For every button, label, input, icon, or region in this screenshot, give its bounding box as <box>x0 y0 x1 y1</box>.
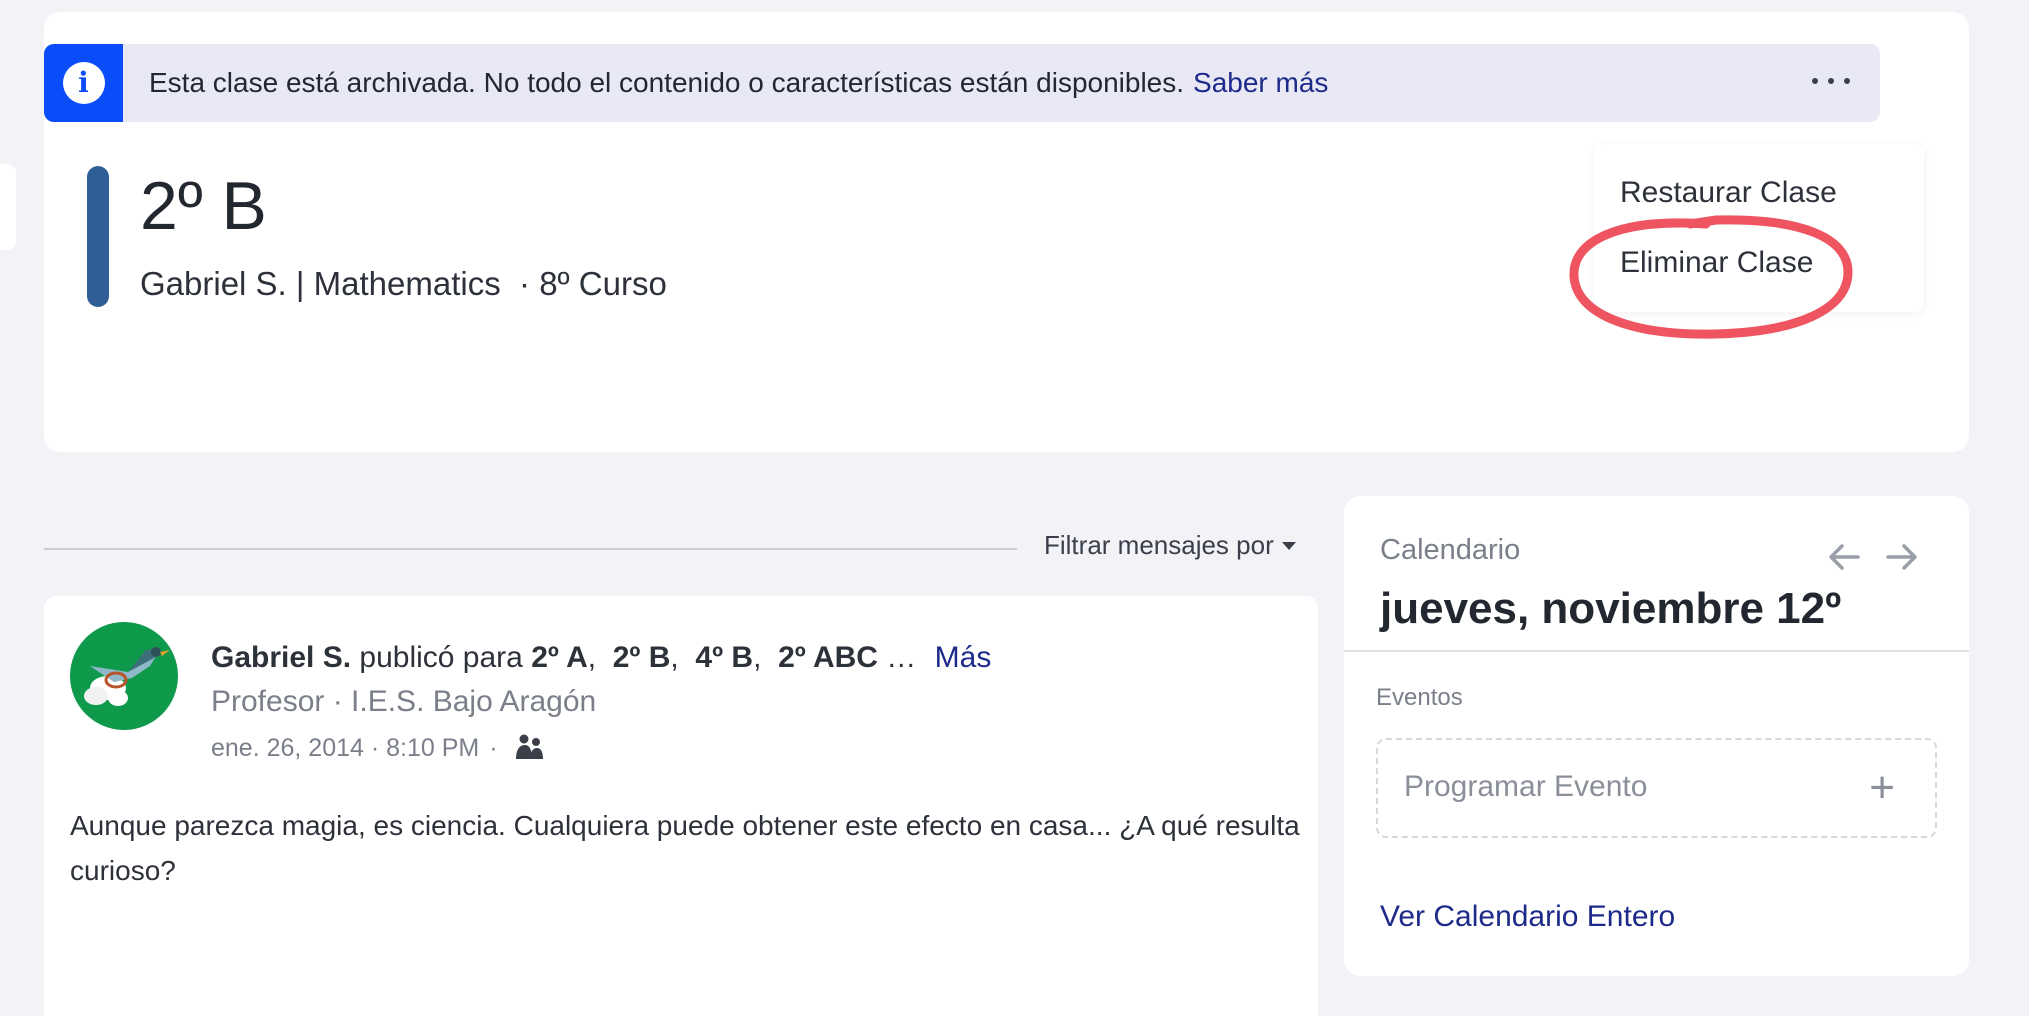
learn-more-link[interactable]: Saber más <box>1193 67 1328 99</box>
post-meta: ene. 26, 2014 · 8:10 PM · <box>211 730 544 766</box>
class-color-bar <box>87 166 109 307</box>
schedule-event-button[interactable]: Programar Evento + <box>1376 738 1937 838</box>
post-action: publicó para <box>359 641 523 674</box>
group-share-icon <box>515 734 543 759</box>
filter-label: Filtrar mensajes por <box>1044 530 1274 560</box>
banner-text: Esta clase está archivada. No todo el co… <box>149 44 1328 122</box>
banner-icon-box: i <box>44 44 123 122</box>
avatar[interactable] <box>70 622 178 730</box>
post-header: Gabriel S. publicó para 2º A, 2º B, 4º B… <box>211 641 992 674</box>
recipient-link[interactable]: 2º A <box>531 641 588 674</box>
view-full-calendar-link[interactable]: Ver Calendario Entero <box>1380 900 1675 934</box>
archived-banner: i Esta clase está archivada. No todo el … <box>44 44 1880 122</box>
class-subtitle: Gabriel S. | Mathematics · 8º Curso <box>140 265 667 302</box>
recipient-link[interactable]: 4º B <box>695 641 753 674</box>
more-recipients-link[interactable]: Más <box>935 641 992 674</box>
ellipsis-icon[interactable] <box>1812 70 1850 92</box>
calendar-divider <box>1344 650 1969 652</box>
recipients-ellipsis: … <box>886 641 917 674</box>
feed-divider <box>44 548 1017 550</box>
post-body: Aunque parezca magia, es ciencia. Cualqu… <box>70 810 1300 886</box>
caret-down-icon <box>1281 541 1296 550</box>
meta-separator: · <box>489 734 498 762</box>
recipient-link[interactable]: 2º ABC <box>778 641 878 674</box>
schedule-event-label: Programar Evento <box>1404 770 1648 803</box>
class-title: 2º B <box>140 168 267 244</box>
restore-class-menu-item[interactable]: Restaurar Clase <box>1620 176 1837 210</box>
bird-logo-icon <box>84 647 170 706</box>
post-author[interactable]: Gabriel S. <box>211 641 351 674</box>
recipient-link[interactable]: 2º B <box>613 641 671 674</box>
class-options-menu: Restaurar Clase Eliminar Clase <box>1594 144 1924 312</box>
arrow-left-icon[interactable] <box>1826 540 1862 574</box>
events-label: Eventos <box>1376 684 1463 711</box>
post-timestamp[interactable]: ene. 26, 2014 · 8:10 PM <box>211 730 479 766</box>
filter-messages-dropdown[interactable]: Filtrar mensajes por <box>1044 530 1296 561</box>
calendar-label: Calendario <box>1380 534 1521 566</box>
delete-class-menu-item[interactable]: Eliminar Clase <box>1620 246 1813 280</box>
calendar-date: jueves, noviembre 12º <box>1380 584 1842 633</box>
left-panel-tab <box>0 164 16 250</box>
post-author-role: Profesor · I.E.S. Bajo Aragón <box>211 685 597 718</box>
arrow-right-icon[interactable] <box>1884 540 1920 574</box>
plus-icon: + <box>1869 763 1895 812</box>
banner-message: Esta clase está archivada. No todo el co… <box>149 67 1185 98</box>
info-icon: i <box>62 62 105 104</box>
